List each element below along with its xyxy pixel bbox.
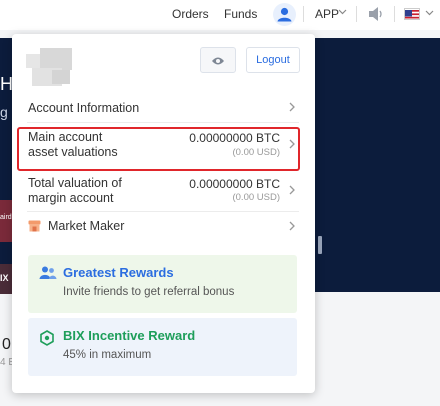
promo-description: 45% in maximum bbox=[63, 349, 152, 361]
stat-value: 0 bbox=[2, 336, 11, 353]
row-label: Account Information bbox=[28, 101, 140, 115]
eye-icon bbox=[212, 57, 224, 65]
account-information-row[interactable]: Account Information bbox=[12, 94, 315, 122]
hero-thumbnail-text: aird bbox=[0, 214, 12, 221]
nav-divider bbox=[356, 6, 357, 22]
user-icon bbox=[277, 7, 292, 22]
speaker-icon[interactable] bbox=[367, 6, 385, 22]
username-blurred bbox=[26, 48, 72, 90]
row-label-line2: margin account bbox=[28, 191, 114, 205]
chevron-down-icon bbox=[338, 9, 347, 15]
top-nav: Orders Funds APP bbox=[0, 0, 440, 30]
hero-thumbnail: aird bbox=[0, 200, 12, 242]
us-flag-icon[interactable] bbox=[404, 8, 420, 20]
user-avatar-button[interactable] bbox=[273, 3, 296, 26]
toggle-balance-visibility-button[interactable] bbox=[200, 47, 236, 73]
btc-valuation: 0.00000000 BTC bbox=[189, 177, 280, 191]
market-maker-row[interactable]: Market Maker bbox=[12, 214, 315, 238]
chevron-down-icon bbox=[425, 10, 434, 16]
hero-thumbnail-text: IX bbox=[0, 273, 9, 283]
chevron-right-icon bbox=[289, 102, 295, 112]
row-label: Market Maker bbox=[48, 219, 125, 233]
usd-valuation: (0.00 USD) bbox=[232, 192, 280, 203]
chevron-right-icon bbox=[289, 221, 295, 231]
nav-divider bbox=[303, 6, 304, 22]
chevron-right-icon bbox=[289, 185, 295, 195]
hexagon-network-icon bbox=[40, 330, 54, 346]
promo-title: BIX Incentive Reward bbox=[63, 328, 196, 343]
logout-button[interactable]: Logout bbox=[246, 47, 300, 73]
highlight-box bbox=[17, 127, 300, 171]
margin-account-valuation-row[interactable]: Total valuation of margin account 0.0000… bbox=[12, 173, 315, 211]
users-icon bbox=[39, 266, 57, 279]
nav-divider bbox=[394, 6, 395, 22]
carousel-indicator[interactable] bbox=[318, 236, 322, 254]
app-menu[interactable]: APP bbox=[315, 7, 339, 21]
promo-title: Greatest Rewards bbox=[63, 265, 174, 280]
market-maker-icon bbox=[28, 220, 41, 232]
account-dropdown: Logout Account Information Main account … bbox=[12, 34, 315, 393]
promo-description: Invite friends to get referral bonus bbox=[63, 286, 235, 298]
hero-thumbnail: IX bbox=[0, 264, 12, 294]
divider bbox=[27, 211, 299, 212]
bix-incentive-promo-card[interactable]: BIX Incentive Reward 45% in maximum bbox=[28, 318, 297, 376]
divider bbox=[27, 122, 299, 123]
nav-orders-link[interactable]: Orders bbox=[172, 7, 209, 21]
referral-promo-card[interactable]: Greatest Rewards Invite friends to get r… bbox=[28, 255, 297, 313]
nav-funds-link[interactable]: Funds bbox=[224, 7, 257, 21]
row-label-line1: Total valuation of bbox=[28, 176, 122, 190]
